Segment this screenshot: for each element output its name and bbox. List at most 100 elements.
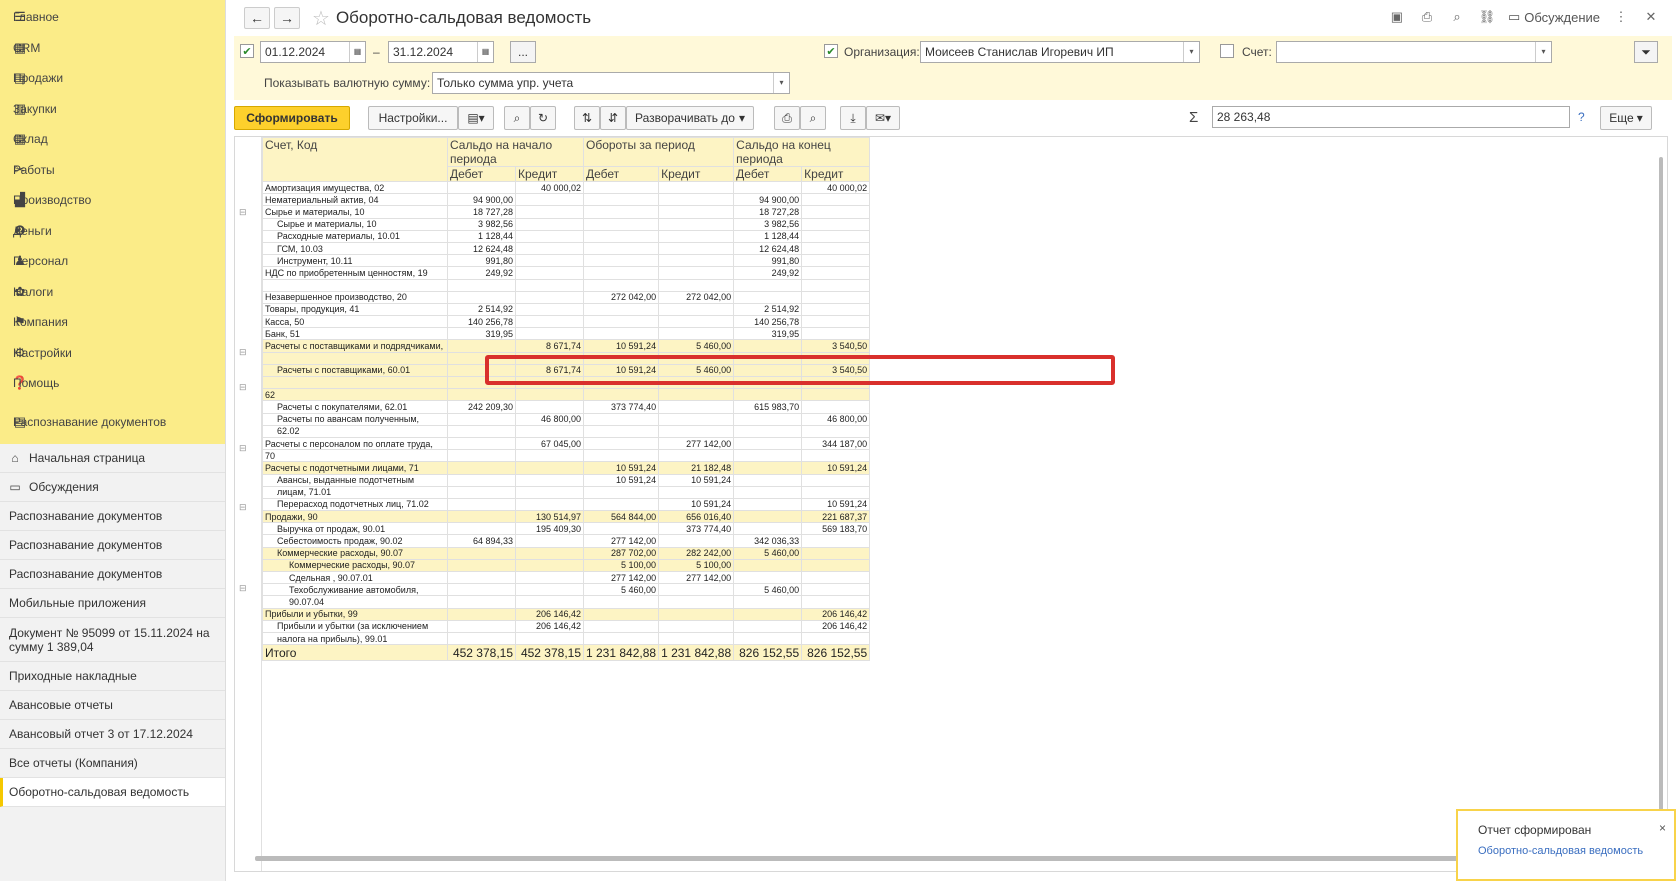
collapse-icon[interactable]: ⊟	[239, 502, 247, 513]
table-row[interactable]: Прибыли и убытки, 99 206 146,42 206 146,42	[262, 607, 871, 621]
expand-to-button[interactable]: Разворачивать до ▾	[626, 106, 754, 130]
email-button[interactable]: ✉▾	[866, 106, 900, 130]
table-row[interactable]: Расходные материалы, 10.01 1 128,44 1 128,…	[262, 229, 871, 243]
collapse-icon[interactable]: ⊟	[239, 583, 247, 594]
table-row[interactable]: Незавершенное производство, 20 272 042,00…	[262, 290, 871, 304]
table-row[interactable]: Коммерческие расходы, 90.07 5 100,00 5 100…	[262, 558, 871, 573]
preview-button[interactable]: ⌕	[800, 106, 826, 130]
calendar-icon[interactable]: ▦	[349, 42, 365, 62]
preview-icon[interactable]: ⌕	[1448, 8, 1466, 26]
download-button[interactable]: ⤓	[840, 106, 866, 130]
account-checkbox[interactable]: ✔	[1220, 44, 1234, 58]
table-row[interactable]: НДС по приобретенным ценностям, 19 249,92…	[262, 266, 871, 280]
sidebar-section-0[interactable]: ☰ Главное	[0, 2, 225, 33]
help-icon[interactable]: ?	[1578, 110, 1585, 124]
open-window-2[interactable]: Распознавание документов	[0, 502, 225, 531]
date-from-field[interactable]: 01.12.2024 ▦	[260, 41, 366, 63]
table-row[interactable]: Банк, 51 319,95 319,95	[262, 327, 871, 341]
open-window-6[interactable]: Документ № 95099 от 15.11.2024 на сумму …	[0, 618, 225, 662]
sidebar-section-4[interactable]: ▦ Склад	[0, 124, 225, 155]
discussion-button[interactable]: ▭ Обсуждение	[1508, 9, 1600, 25]
open-window-7[interactable]: Приходные накладные	[0, 662, 225, 691]
period-select-button[interactable]: ...	[510, 41, 536, 63]
table-row[interactable]: Сдельная , 90.07.01 277 142,00 277 142,00	[262, 570, 871, 585]
sidebar-section-3[interactable]: ▥ Закупки	[0, 94, 225, 125]
chevron-down-icon[interactable]: ▾	[773, 73, 789, 93]
forward-button[interactable]: →	[274, 7, 300, 29]
collapse-button[interactable]: ⇅	[574, 106, 600, 130]
table-row[interactable]: Расчеты с покупателями, 62.01 242 209,30 3…	[262, 400, 871, 414]
table-row[interactable]: 90.07.04	[262, 595, 871, 609]
table-row[interactable]: лицам, 71.01	[262, 485, 871, 499]
chevron-down-icon[interactable]: ▾	[1535, 42, 1551, 62]
table-row[interactable]: Расчеты с персоналом по оплате труда, 67 …	[262, 436, 871, 451]
table-row[interactable]: Инструмент, 10.11 991,80 991,80	[262, 254, 871, 268]
variant-button[interactable]: ▤▾	[458, 106, 494, 130]
table-row[interactable]: Расчеты по авансам полученным, 46 800,00 4…	[262, 412, 871, 426]
collapse-icon[interactable]: ⊟	[239, 443, 247, 454]
refresh-button[interactable]: ↻	[530, 106, 556, 130]
close-icon[interactable]: ✕	[1642, 8, 1660, 26]
collapse-icon[interactable]: ⊟	[239, 207, 247, 218]
table-row[interactable]: Техобслуживание автомобиля, 5 460,00 5 460…	[262, 583, 871, 597]
save-icon[interactable]: ▣	[1388, 8, 1406, 26]
table-row[interactable]: Коммерческие расходы, 90.07 287 702,00 282…	[262, 546, 871, 560]
table-row[interactable]: Нематериальный актив, 04 94 900,00 94 900,…	[262, 193, 871, 207]
open-window-11[interactable]: Оборотно-сальдовая ведомость	[0, 778, 225, 807]
open-window-3[interactable]: Распознавание документов	[0, 531, 225, 560]
org-field[interactable]: Моисеев Станислав Игоревич ИП ▾	[920, 41, 1200, 63]
favorite-star-icon[interactable]: ☆	[312, 6, 330, 31]
table-row[interactable]	[262, 278, 871, 292]
table-row[interactable]: Амортизация имущества, 02 40 000,02 40 000…	[262, 180, 871, 195]
sidebar-section-11[interactable]: ⚙ Настройки	[0, 338, 225, 369]
table-row[interactable]: ГСМ, 10.03 12 624,48 12 624,48	[262, 241, 871, 256]
table-row[interactable]: Перерасход подотчетных лиц, 71.02 10 591,…	[262, 497, 871, 512]
close-icon[interactable]: ×	[1659, 821, 1666, 835]
period-checkbox[interactable]: ✔	[240, 44, 254, 58]
more-vert-icon[interactable]: ⋮	[1612, 8, 1630, 26]
open-window-8[interactable]: Авансовые отчеты	[0, 691, 225, 720]
table-row[interactable]: Прибыли и убытки (за исключением 206 146,…	[262, 619, 871, 633]
open-window-10[interactable]: Все отчеты (Компания)	[0, 749, 225, 778]
filter-button[interactable]: ⏷	[1634, 41, 1658, 63]
print-icon[interactable]: ⎙	[1418, 8, 1436, 26]
collapse-icon[interactable]: ⊟	[239, 382, 247, 393]
currency-field[interactable]: Только сумма упр. учета ▾	[432, 72, 790, 94]
search-button[interactable]: ⌕	[504, 106, 530, 130]
expand-button[interactable]: ⇵	[600, 106, 626, 130]
date-to-field[interactable]: 31.12.2024 ▦	[388, 41, 494, 63]
sidebar-section-12[interactable]: ❓ Помощь	[0, 368, 225, 399]
open-window-0[interactable]: ⌂ Начальная страница	[0, 444, 225, 473]
sidebar-section-1[interactable]: ▦ CRM	[0, 33, 225, 64]
sidebar-section-9[interactable]: ✿ Налоги	[0, 277, 225, 308]
table-row[interactable]: Выручка от продаж, 90.01 195 409,30 373 77…	[262, 522, 871, 536]
open-window-1[interactable]: ▭ Обсуждения	[0, 473, 225, 502]
sidebar-section-13[interactable]: ▤ Распознавание документов	[0, 399, 225, 445]
sidebar-section-7[interactable]: ❷ Деньги	[0, 216, 225, 247]
sidebar-section-5[interactable]: ✂ Работы	[0, 155, 225, 186]
collapse-icon[interactable]: ⊟	[239, 347, 247, 358]
calendar-icon[interactable]: ▦	[477, 42, 493, 62]
open-window-4[interactable]: Распознавание документов	[0, 560, 225, 589]
table-row[interactable]: налога на прибыль), 99.01	[262, 631, 871, 646]
more-button[interactable]: Еще ▾	[1600, 106, 1652, 130]
table-row[interactable]: Сырье и материалы, 10 3 982,56 3 982,56	[262, 217, 871, 231]
table-row[interactable]: Расчеты с поставщиками и подрядчиками, 8 …	[262, 339, 871, 353]
link-icon[interactable]: ⛓	[1478, 8, 1496, 26]
table-row[interactable]: 62.02	[262, 424, 871, 438]
table-row[interactable]: Касса, 50 140 256,78 140 256,78	[262, 315, 871, 329]
generate-button[interactable]: Сформировать	[234, 106, 350, 130]
table-row[interactable]: Себестоимость продаж, 90.02 64 894,33 277 …	[262, 534, 871, 548]
vertical-scrollbar[interactable]	[1659, 157, 1663, 857]
table-row[interactable]: Продажи, 90 130 514,97 564 844,00 656 016,4…	[262, 510, 871, 524]
sidebar-section-6[interactable]: ▟ Производство	[0, 185, 225, 216]
sidebar-section-8[interactable]: ♟ Персонал	[0, 246, 225, 277]
settings-button[interactable]: Настройки...	[368, 106, 458, 130]
account-field[interactable]: ▾	[1276, 41, 1552, 63]
table-row[interactable]: Товары, продукция, 41 2 514,92 2 514,92	[262, 302, 871, 317]
horizontal-scrollbar[interactable]	[255, 856, 1565, 861]
org-checkbox[interactable]: ✔	[824, 44, 838, 58]
table-row[interactable]: 62	[262, 388, 871, 402]
table-row[interactable]: Авансы, выданные подотчетным 10 591,24 10 …	[262, 473, 871, 487]
notification-link[interactable]: Оборотно-сальдовая ведомость	[1478, 845, 1654, 858]
